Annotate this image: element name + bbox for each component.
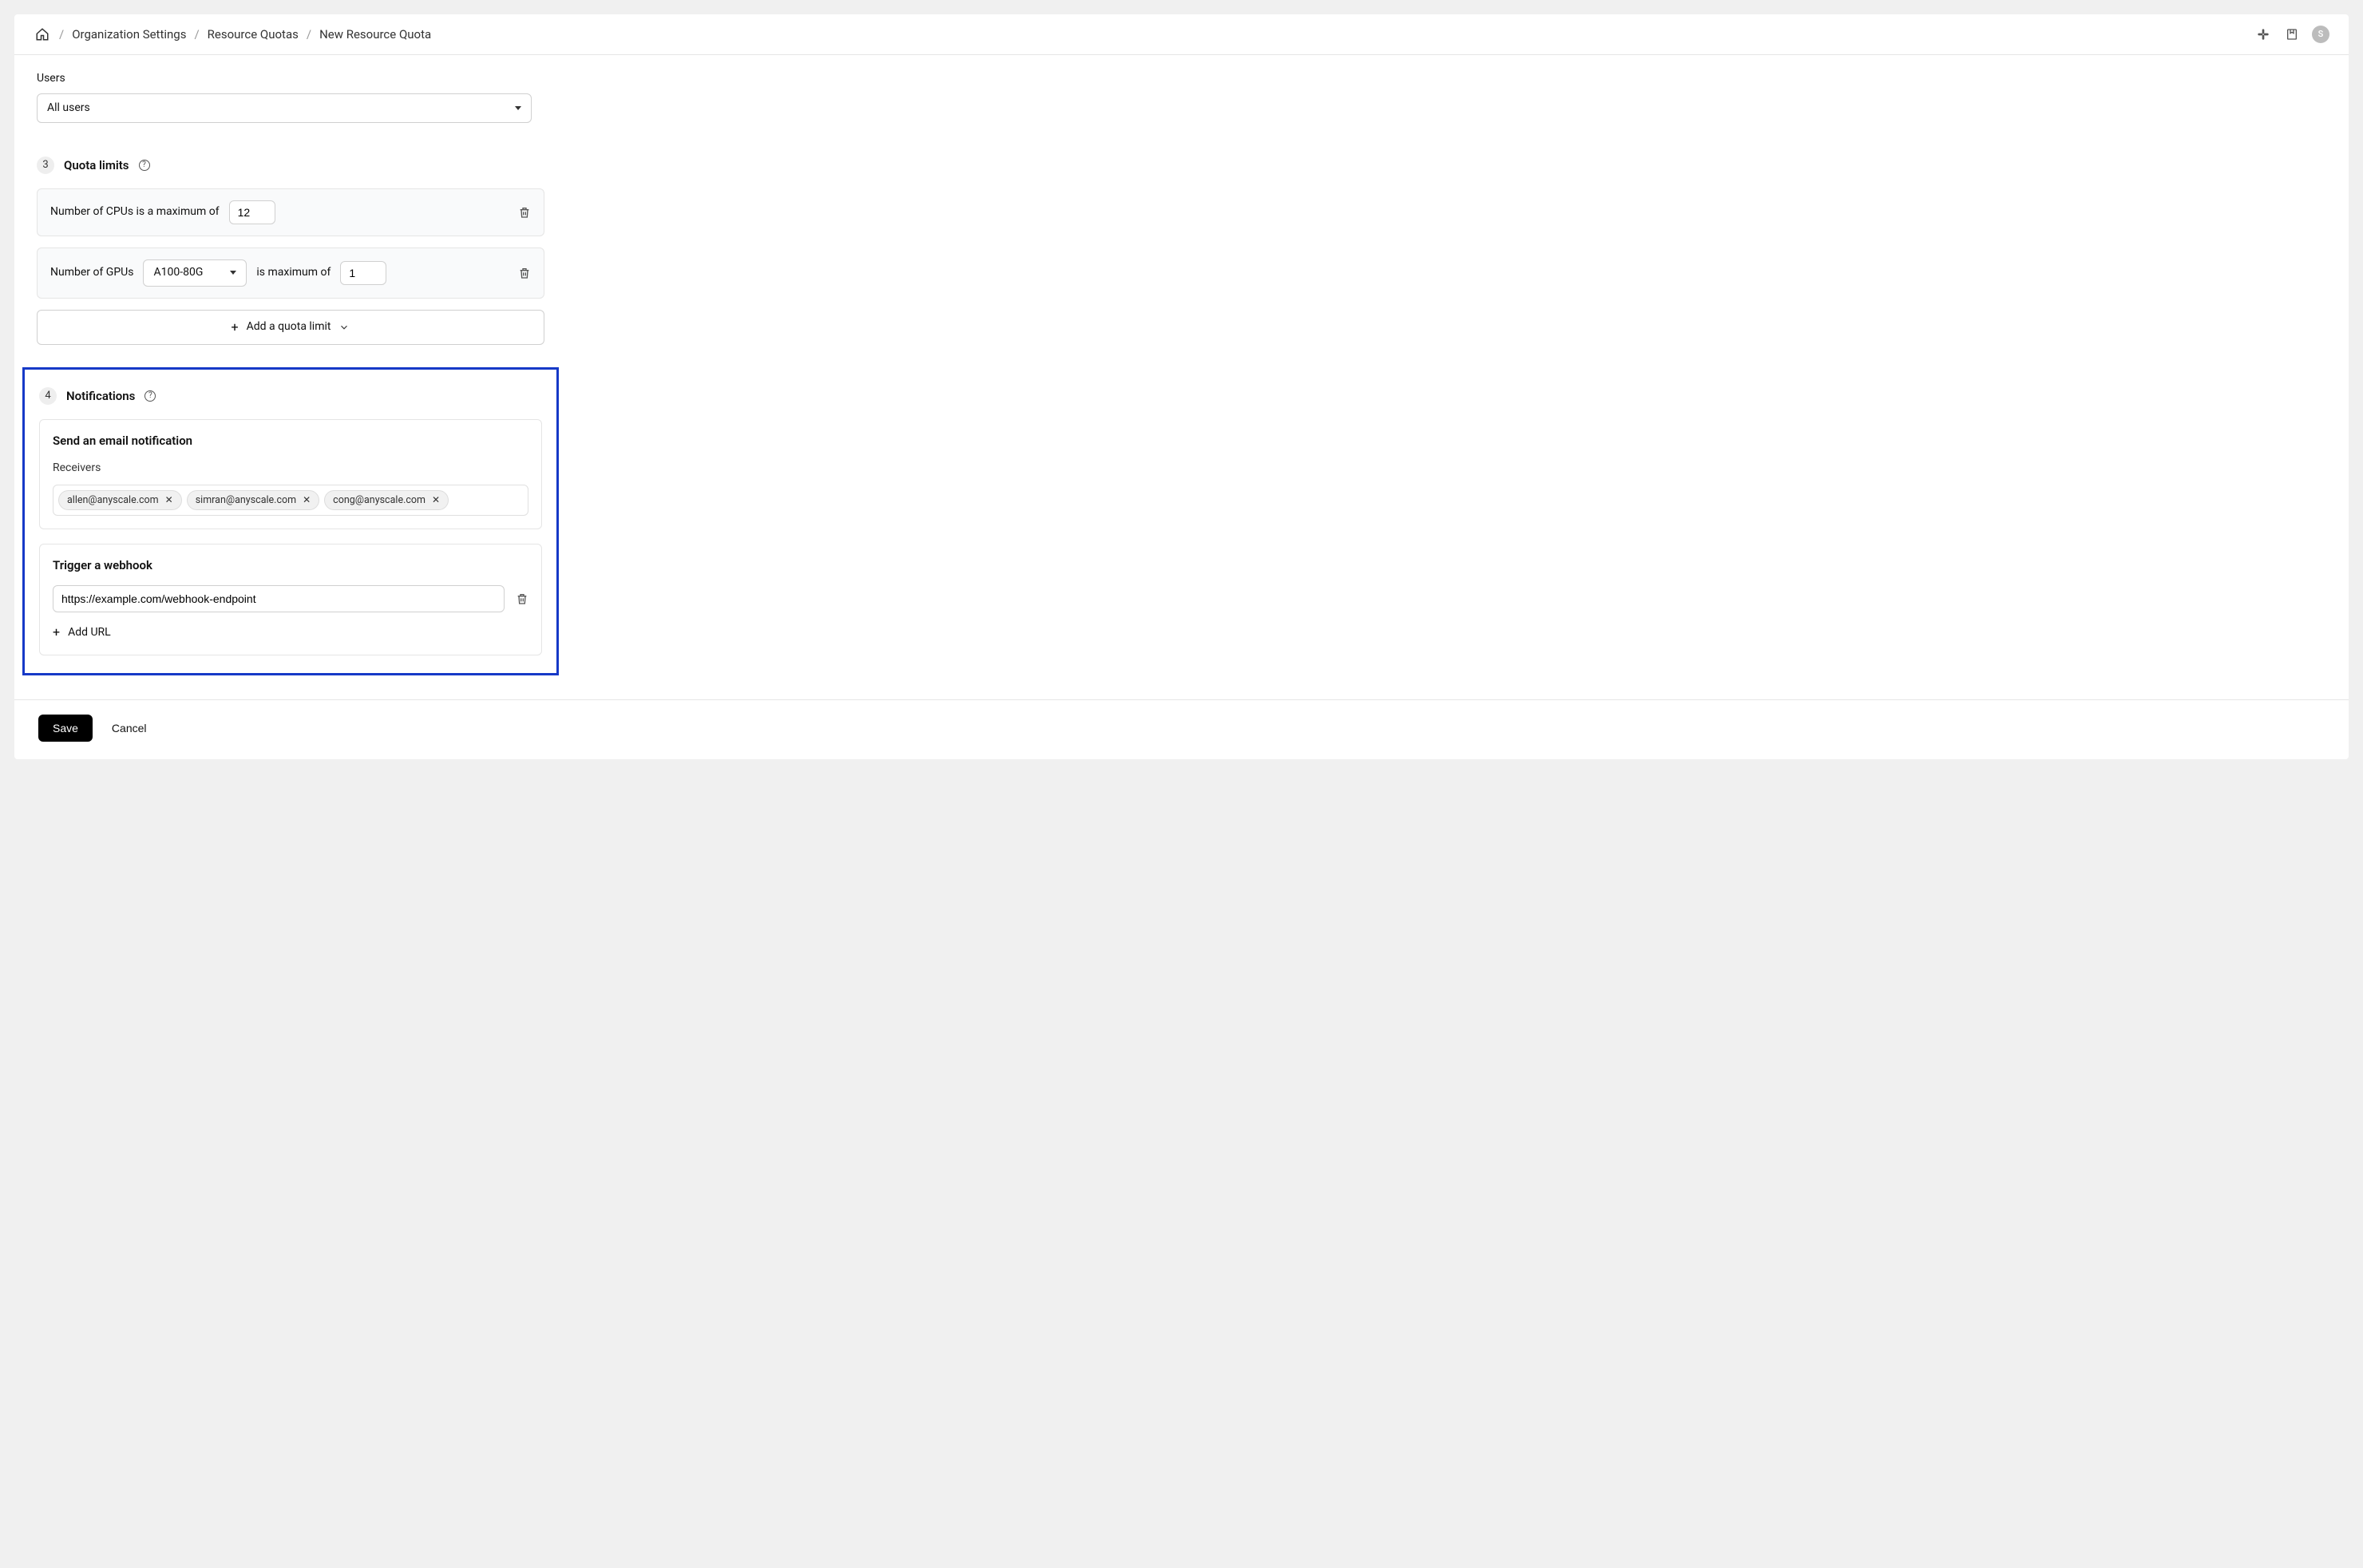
breadcrumb-separator: / <box>194 26 199 43</box>
add-quota-limit-button[interactable]: + Add a quota limit <box>37 310 544 345</box>
bookmark-icon[interactable] <box>2283 26 2301 43</box>
gpu-type-select[interactable]: A100-80G <box>143 259 247 287</box>
home-icon[interactable] <box>34 26 51 43</box>
cpu-quota-row: Number of CPUs is a maximum of <box>37 188 544 236</box>
breadcrumb-separator: / <box>307 26 311 43</box>
breadcrumb-resource-quotas[interactable]: Resource Quotas <box>208 26 299 43</box>
form-column: Users All users 3 Quota limits ? Number … <box>37 71 544 675</box>
breadcrumb-org-settings[interactable]: Organization Settings <box>72 26 186 43</box>
chevron-down-icon <box>338 322 350 333</box>
gpu-quota-prefix: Number of GPUs <box>50 265 133 281</box>
plus-icon: + <box>53 624 60 641</box>
receiver-chip: allen@anyscale.com ✕ <box>58 490 182 511</box>
section-quota-limits: 3 Quota limits ? Number of CPUs is a max… <box>37 156 544 345</box>
gpu-quota-input[interactable] <box>340 261 386 285</box>
remove-chip-icon[interactable]: ✕ <box>432 493 440 507</box>
gpu-quota-left: Number of GPUs A100-80G is maximum of <box>50 259 386 287</box>
delete-cpu-quota-button[interactable] <box>518 206 531 219</box>
webhook-row <box>53 585 528 612</box>
email-notification-card: Send an email notification Receivers all… <box>39 419 542 529</box>
users-select-value: All users <box>47 101 90 117</box>
content: Users All users 3 Quota limits ? Number … <box>14 55 2349 675</box>
gpu-type-value: A100-80G <box>153 265 203 281</box>
header-icons: S <box>2254 26 2329 43</box>
step-badge-3: 3 <box>37 156 54 174</box>
webhook-card-title: Trigger a webhook <box>53 557 528 574</box>
receiver-chip-label: simran@anyscale.com <box>196 493 296 508</box>
cpu-quota-input[interactable] <box>229 200 275 224</box>
receiver-chip-label: cong@anyscale.com <box>333 493 425 508</box>
footer: Save Cancel <box>14 699 2349 759</box>
email-card-title: Send an email notification <box>53 433 528 449</box>
avatar[interactable]: S <box>2312 26 2329 43</box>
add-url-label: Add URL <box>68 625 111 641</box>
caret-down-icon <box>515 106 521 110</box>
section-notifications: 4 Notifications ? Send an email notifica… <box>39 387 542 655</box>
receiver-chip-label: allen@anyscale.com <box>67 493 159 508</box>
delete-gpu-quota-button[interactable] <box>518 267 531 279</box>
webhook-card: Trigger a webhook + Add URL <box>39 544 542 655</box>
help-icon[interactable]: ? <box>139 160 150 171</box>
delete-webhook-button[interactable] <box>516 592 528 605</box>
cpu-quota-left: Number of CPUs is a maximum of <box>50 200 275 224</box>
remove-chip-icon[interactable]: ✕ <box>303 493 311 507</box>
gpu-quota-row: Number of GPUs A100-80G is maximum of <box>37 247 544 299</box>
breadcrumbs: / Organization Settings / Resource Quota… <box>34 26 431 43</box>
users-label: Users <box>37 71 544 87</box>
plus-icon: + <box>232 319 239 336</box>
notifications-highlight: 4 Notifications ? Send an email notifica… <box>22 367 559 675</box>
add-url-button[interactable]: + Add URL <box>53 624 528 641</box>
receiver-chip: simran@anyscale.com ✕ <box>187 490 319 511</box>
save-button[interactable]: Save <box>38 715 93 742</box>
step-badge-4: 4 <box>39 387 57 405</box>
quota-limits-title: Quota limits <box>64 157 129 174</box>
notifications-title: Notifications <box>66 388 135 405</box>
receivers-label: Receivers <box>53 461 528 477</box>
gpu-quota-mid: is maximum of <box>256 265 331 281</box>
receivers-input[interactable]: allen@anyscale.com✕simran@anyscale.com✕c… <box>53 485 528 517</box>
notifications-header: 4 Notifications ? <box>39 387 542 405</box>
help-icon[interactable]: ? <box>144 390 156 402</box>
webhook-url-input[interactable] <box>53 585 505 612</box>
quota-limits-header: 3 Quota limits ? <box>37 156 544 174</box>
page-container: / Organization Settings / Resource Quota… <box>14 14 2349 759</box>
users-select[interactable]: All users <box>37 93 532 124</box>
cpu-quota-prefix: Number of CPUs is a maximum of <box>50 204 220 220</box>
cancel-button[interactable]: Cancel <box>112 722 147 735</box>
remove-chip-icon[interactable]: ✕ <box>165 493 173 507</box>
receiver-chip: cong@anyscale.com ✕ <box>324 490 449 511</box>
breadcrumb-new-quota[interactable]: New Resource Quota <box>319 26 431 43</box>
add-quota-label: Add a quota limit <box>247 319 331 335</box>
caret-down-icon <box>230 271 236 275</box>
breadcrumb-separator: / <box>59 26 64 43</box>
slack-icon[interactable] <box>2254 26 2272 43</box>
header: / Organization Settings / Resource Quota… <box>14 14 2349 55</box>
